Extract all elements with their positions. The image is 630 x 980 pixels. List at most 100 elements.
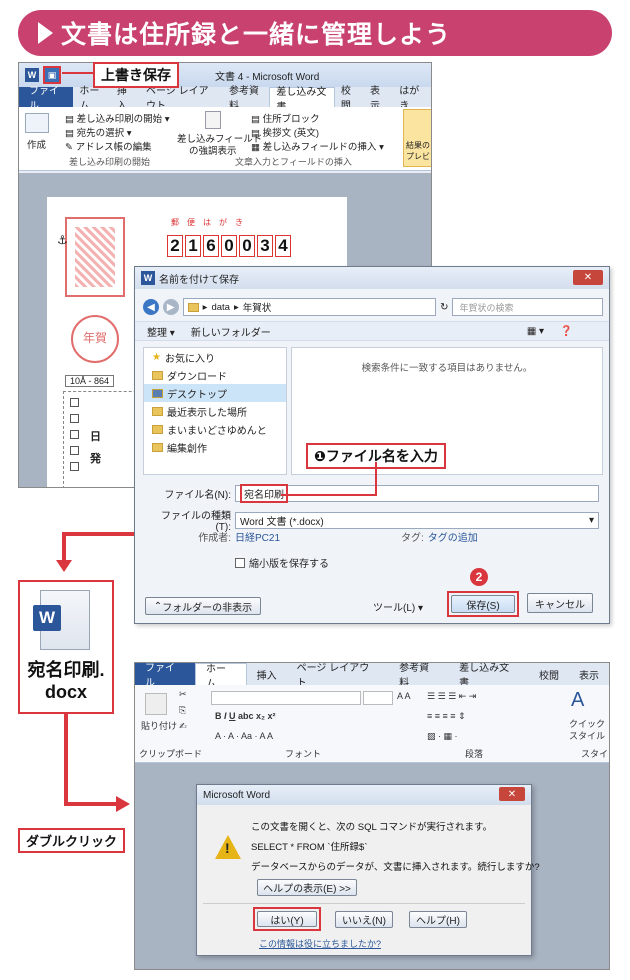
thumbnail-checkbox[interactable] [235,557,245,568]
nav-item-favorites[interactable]: ★ お気に入り [144,348,286,366]
tab-file[interactable]: ファイル [135,663,195,689]
tab-insert[interactable]: 挿入 [111,86,140,112]
cut-icon[interactable]: ✂ [179,689,187,700]
highlight-fields-label-2[interactable]: の強調表示 [189,143,237,157]
nav-label: 編集創作 [167,443,207,455]
nav-label: デスクトップ [167,389,227,401]
view-options-icon[interactable]: ▦ ▾ [527,326,544,337]
dialog-title: 名前を付けて保存 [159,274,239,286]
tab-home[interactable]: ホーム [194,663,247,690]
start-merge-button[interactable]: ▤ 差し込み印刷の開始 ▾ [65,111,170,125]
font-name-box[interactable] [211,691,361,705]
show-help-button[interactable]: ヘルプの表示(E) >> [257,879,357,896]
greeting-line-button[interactable]: ▤ 挨拶文 (英文) [251,125,319,139]
preview-label-1: 結果の [406,141,430,150]
hide-folders-button[interactable]: ⌃ フォルダーの非表示 [145,597,261,615]
nav-item-downloads[interactable]: ダウンロード [144,366,286,384]
forward-arrow-icon[interactable]: ▶ [162,299,179,315]
group-label-fields: 文章入力とフィールドの挿入 [235,157,352,167]
yes-button[interactable]: はい(Y) [257,911,317,927]
close-icon[interactable]: ✕ [499,787,525,801]
nav-item-desktop[interactable]: デスクトップ [144,384,286,402]
zip-digit: 2 [167,235,183,257]
grow-font-icon[interactable]: A A [397,691,411,701]
tab-view[interactable]: 表示 [364,86,393,112]
tab-page-layout[interactable]: ページ レイアウト [287,663,390,689]
search-input[interactable]: 年賀状の検索 [452,298,603,316]
font-size-box[interactable] [363,691,393,705]
copy-icon[interactable]: ⎘ [179,705,186,716]
paste-button[interactable]: 貼り付け [141,719,177,732]
paragraph-group: 段落 [465,749,484,759]
metadata-row: 作成者: 日経PC21 タグ: タグの追加 [149,529,478,544]
postmark-text: 年賀 [83,331,108,345]
tab-mailings[interactable]: 差し込み文書 [449,663,529,689]
tab-references[interactable]: 参考資料 [389,663,449,689]
tab-references[interactable]: 参考資料 [223,86,269,112]
shading-icons[interactable]: ▨ · ▦ · [427,731,458,742]
organize-button[interactable]: 整理 ▾ [147,324,175,339]
refresh-icon[interactable]: ↻ [440,302,448,313]
feedback-link[interactable]: この情報は役に立ちましたか? [259,937,381,950]
tools-menu[interactable]: ツール(L) ▾ [373,599,423,614]
tab-mailings[interactable]: 差し込み文書 [269,87,335,113]
tab-home[interactable]: ホーム [73,86,111,112]
play-triangle-icon [38,22,53,44]
nav-item-recent[interactable]: 最近表示した場所 [144,402,286,420]
preview-results-button[interactable]: 結果の プレビュー [403,109,431,167]
select-recipients-button[interactable]: ▤ 宛先の選択 ▾ [65,125,132,139]
path-breadcrumb[interactable]: ▸ data ▸ 年賀状 [182,298,437,316]
font-group: フォント [285,749,322,759]
new-folder-button[interactable]: 新しいフォルダー [191,324,271,339]
divider [203,903,525,904]
file-name-line2: docx [44,682,87,702]
docx-file-icon[interactable]: W 宛名印刷. docx [18,580,114,714]
font-color-icons[interactable]: A · A · Aa · A A [215,731,273,741]
nav-item-documents[interactable]: まいまいどさゆめんと [144,420,286,438]
tab-review[interactable]: 校閲 [529,663,569,685]
paste-icon[interactable] [145,693,167,715]
format-painter-icon[interactable]: ✍ [179,721,187,732]
save-button[interactable]: 保存(S) [451,595,515,613]
author-value[interactable]: 日経PC21 [235,529,385,544]
help-icon[interactable]: ❓ [560,326,572,337]
nav-label: 最近表示した場所 [167,407,247,419]
tab-insert[interactable]: 挿入 [247,663,287,685]
tab-page-layout[interactable]: ページ レイアウト [140,86,223,112]
nav-item-edit[interactable]: 編集創作 [144,438,286,456]
tab-postcard[interactable]: はがき [393,86,431,112]
back-arrow-icon[interactable]: ◀ [143,299,159,315]
ribbon-tabs: ファイル ホーム 挿入 ページ レイアウト 参考資料 差し込み文書 校閲 表示 [135,663,609,690]
no-button[interactable]: いいえ(N) [335,911,393,928]
arrow-right-icon [116,796,130,812]
envelope-icon[interactable] [25,113,49,133]
quick-style-icon[interactable]: A [571,689,584,712]
create-button[interactable]: 作成 [27,137,46,151]
path-segment[interactable]: data [211,302,230,313]
tab-review[interactable]: 校閲 [335,86,364,112]
cancel-button[interactable]: キャンセル [527,593,593,613]
field-marker [70,430,79,439]
field-marker [70,414,79,423]
filetype-select[interactable]: Word 文書 (*.docx) ▾ [235,511,599,529]
tags-value[interactable]: タグの追加 [428,529,478,544]
quick-style-label-2[interactable]: スタイル [569,729,605,742]
help-button[interactable]: ヘルプ(H) [409,911,467,928]
insert-merge-field-button[interactable]: ▦ 差し込みフィールドの挿入 ▾ [251,139,384,153]
align-icons[interactable]: ≡ ≡ ≡ ≡ ⇕ [427,711,466,722]
vertical-text: 日 [90,431,101,443]
edit-address-book-button[interactable]: ✎ アドレス帳の編集 [65,139,152,153]
field-marker [70,462,79,471]
address-field[interactable]: 10Å - 864 [65,375,115,387]
path-segment[interactable]: 年賀状 [243,300,272,314]
address-block-button[interactable]: ▤ 住所ブロック [251,111,320,125]
zip-label: 郵便はがき [171,218,251,227]
ribbon-mailings: 作成 ▤ 差し込み印刷の開始 ▾ ▤ 宛先の選択 ▾ ✎ アドレス帳の編集 差し… [19,107,431,171]
close-icon[interactable]: ✕ [573,270,603,285]
tab-view[interactable]: 表示 [569,663,609,685]
bullets-icon[interactable]: ☰ ☰ ☰ ⇤ ⇥ [427,691,476,702]
bold-icon[interactable]: B I U abc x₂ x² [215,711,276,721]
tab-file[interactable]: ファイル [19,86,74,112]
msg-line-2: SELECT * FROM `住所録$` [251,842,368,853]
clipboard-group: クリップボード [139,749,203,759]
